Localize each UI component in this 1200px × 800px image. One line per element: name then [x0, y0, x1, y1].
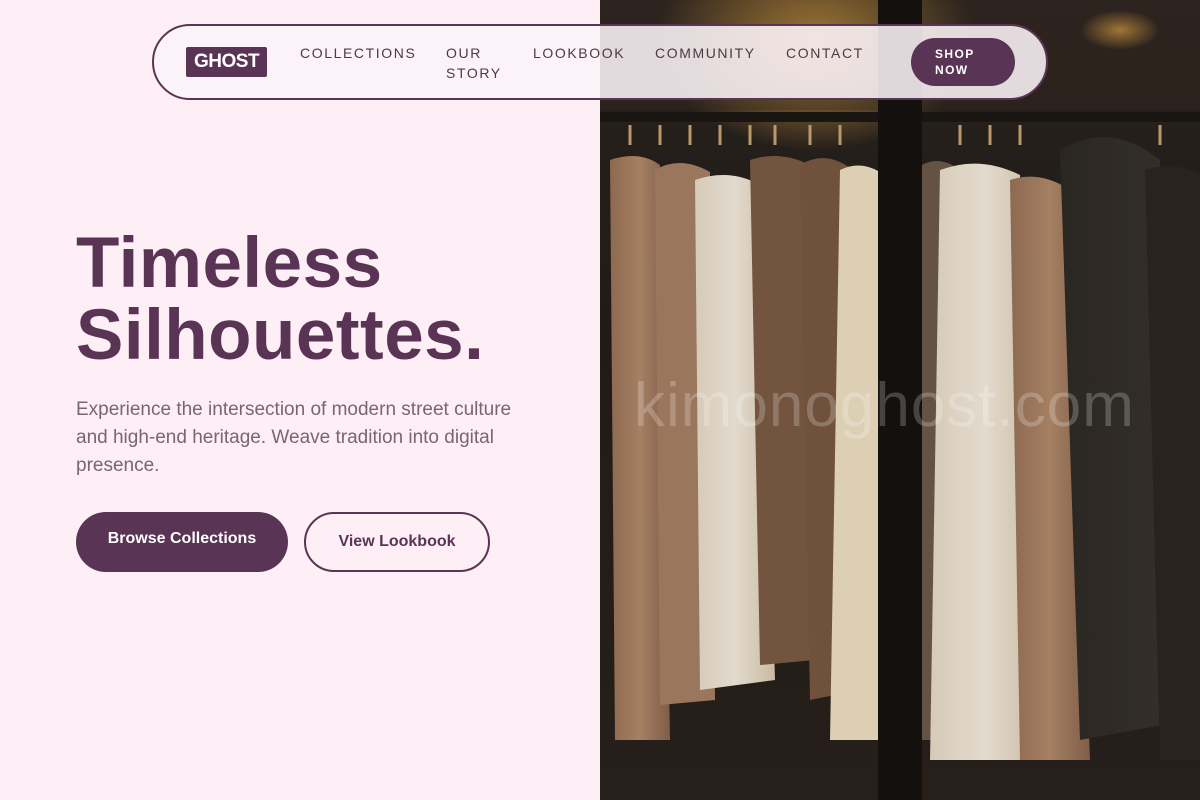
- nav-link-collections[interactable]: COLLECTIONS: [300, 43, 416, 63]
- view-lookbook-button[interactable]: View Lookbook: [304, 512, 490, 572]
- logo[interactable]: GHOST: [186, 47, 268, 77]
- hero-image: kimonoghost.com: [600, 0, 1200, 800]
- watermark-text: kimonoghost.com: [634, 371, 1135, 440]
- nav-link-our-story[interactable]: OUR STORY: [446, 43, 516, 83]
- hero-subtitle: Experience the intersection of modern st…: [76, 399, 512, 476]
- nav-link-community[interactable]: COMMUNITY: [655, 43, 756, 63]
- hero-title-line-2: Silhouettes.: [76, 296, 485, 375]
- browse-collections-button[interactable]: Browse Collections: [76, 512, 288, 572]
- hero-title: Timeless Silhouettes.: [76, 228, 576, 372]
- hero-title-line-1: Timeless: [76, 224, 383, 303]
- shop-now-button[interactable]: SHOP NOW: [911, 38, 1015, 86]
- main-navbar: GHOST COLLECTIONS OUR STORY LOOKBOOK COM…: [152, 24, 1048, 100]
- nav-link-contact[interactable]: CONTACT: [786, 43, 864, 63]
- nav-link-lookbook[interactable]: LOOKBOOK: [533, 43, 625, 63]
